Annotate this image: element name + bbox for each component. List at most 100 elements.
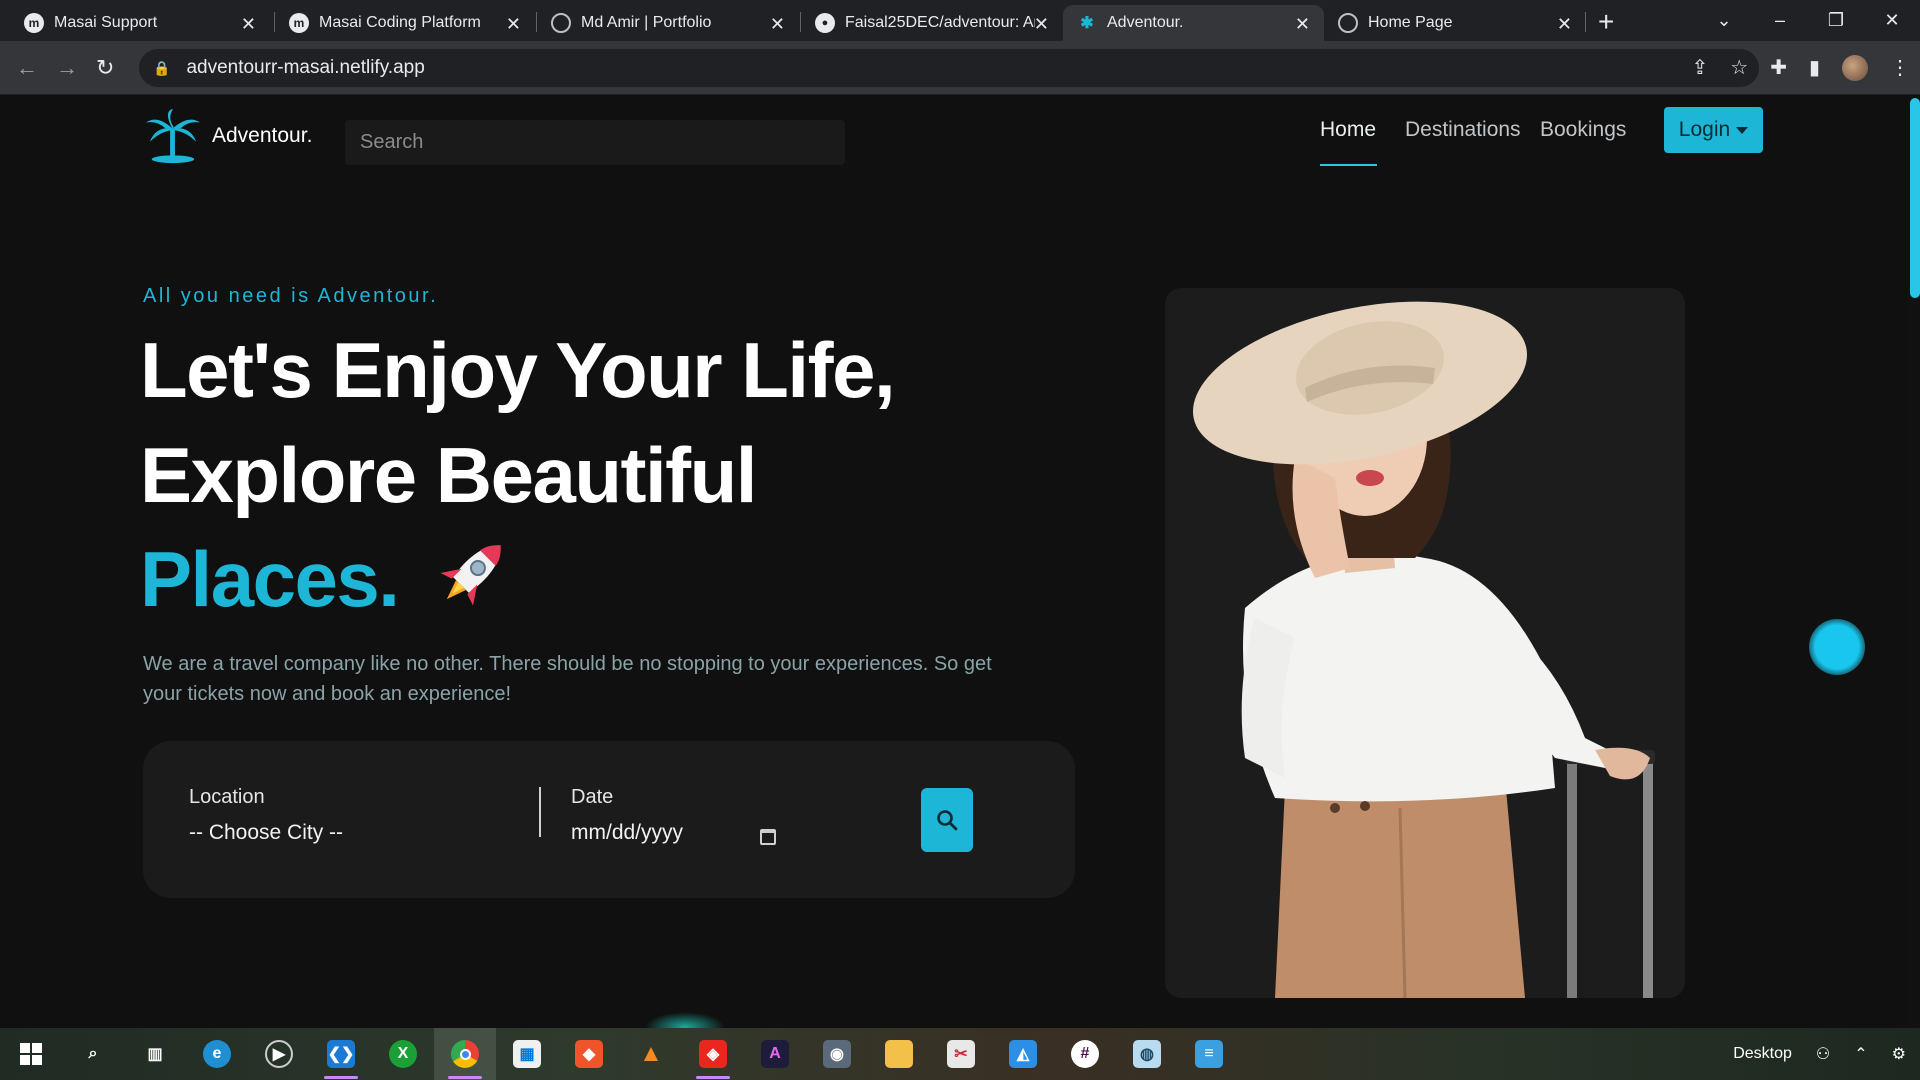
login-label: Login bbox=[1678, 118, 1731, 141]
taskbar-vscode[interactable]: ❮❯ bbox=[310, 1028, 372, 1080]
taskbar-file-explorer[interactable] bbox=[868, 1028, 930, 1080]
globe-icon bbox=[551, 13, 571, 33]
taskbar-store[interactable]: ▦ bbox=[496, 1028, 558, 1080]
reload-icon[interactable]: ↻ bbox=[96, 55, 114, 81]
tab-title: Masai Support bbox=[54, 14, 158, 31]
tab-divider bbox=[1585, 12, 1586, 32]
tab-search-icon[interactable]: ⌄ bbox=[1696, 0, 1752, 41]
side-panel-icon[interactable]: ▮ bbox=[1809, 55, 1820, 81]
chevron-up-icon[interactable]: ⌃ bbox=[1854, 1044, 1867, 1064]
people-icon[interactable]: ⚇ bbox=[1816, 1044, 1830, 1064]
start-button[interactable] bbox=[0, 1028, 62, 1080]
tab-masai-coding-platform[interactable]: m Masai Coding Platform ✕ bbox=[275, 5, 535, 41]
taskbar-xbox[interactable]: X bbox=[372, 1028, 434, 1080]
browser-tab-bar: m Masai Support ✕ m Masai Coding Platfor… bbox=[0, 0, 1920, 41]
slack-icon: # bbox=[1071, 1040, 1099, 1068]
close-icon[interactable]: ✕ bbox=[506, 14, 521, 35]
close-icon[interactable]: ✕ bbox=[1557, 14, 1572, 35]
taskbar-chrome[interactable] bbox=[434, 1028, 496, 1080]
masai-icon: m bbox=[289, 13, 309, 33]
taskbar-notepad[interactable]: ≡ bbox=[1178, 1028, 1240, 1080]
site-search-input[interactable] bbox=[345, 120, 845, 165]
taskbar-vlc[interactable]: ▲ bbox=[620, 1028, 682, 1080]
taskbar-search[interactable]: ⌕ bbox=[62, 1028, 124, 1080]
vlc-icon: ▲ bbox=[639, 1040, 663, 1067]
minimize-icon[interactable]: – bbox=[1752, 0, 1808, 41]
location-label: Location bbox=[189, 786, 265, 808]
profile-avatar[interactable] bbox=[1842, 55, 1868, 81]
bottom-accent-glow bbox=[645, 1012, 725, 1028]
close-icon[interactable]: ✕ bbox=[241, 14, 256, 35]
menu-kebab-icon[interactable]: ⋮ bbox=[1890, 55, 1910, 81]
tab-github-adventour[interactable]: ● Faisal25DEC/adventour: An ✕ bbox=[801, 5, 1063, 41]
affinity-icon: A bbox=[761, 1040, 789, 1068]
palm-icon: ✱ bbox=[1080, 15, 1094, 32]
tab-home-page[interactable]: Home Page ✕ bbox=[1324, 5, 1586, 41]
running-indicator bbox=[696, 1076, 730, 1079]
browser-toolbar: ← → ↻ 🔒 adventourr-masai.netlify.app ⇪ ☆… bbox=[0, 41, 1920, 95]
traveler-woman-image bbox=[1192, 301, 1655, 998]
nav-destinations[interactable]: Destinations bbox=[1405, 118, 1521, 142]
palm-tree-logo-icon bbox=[145, 108, 201, 164]
back-icon[interactable]: ← bbox=[16, 55, 38, 81]
bookmark-star-icon[interactable]: ☆ bbox=[1730, 55, 1748, 81]
snipping-tool-icon: ✂ bbox=[947, 1040, 975, 1068]
hero-heading-line-1: Let's Enjoy Your Life, bbox=[140, 326, 896, 414]
booking-search-button[interactable] bbox=[921, 788, 973, 852]
address-bar[interactable]: 🔒 adventourr-masai.netlify.app bbox=[139, 49, 1759, 87]
new-tab-button[interactable]: + bbox=[1598, 6, 1614, 38]
hero-description: We are a travel company like no other. T… bbox=[143, 653, 992, 705]
chrome-icon bbox=[451, 1040, 479, 1068]
webpage-viewport: Adventour. Home Destinations Bookings Lo… bbox=[0, 96, 1920, 1028]
close-icon[interactable]: ✕ bbox=[1034, 14, 1049, 35]
hero-heading-line-3: Places. bbox=[140, 535, 400, 623]
brand-name: Adventour. bbox=[212, 124, 313, 147]
xbox-icon: X bbox=[389, 1040, 417, 1068]
close-window-icon[interactable]: ✕ bbox=[1864, 0, 1920, 41]
tab-masai-support[interactable]: m Masai Support ✕ bbox=[10, 5, 270, 41]
date-input[interactable]: mm/dd/yyyy bbox=[571, 821, 683, 845]
tab-adventour[interactable]: ✱ Adventour. ✕ bbox=[1063, 5, 1324, 41]
brand-logo[interactable]: Adventour. bbox=[144, 108, 312, 164]
location-select[interactable]: -- Choose City -- bbox=[189, 821, 343, 845]
forward-icon[interactable]: → bbox=[56, 55, 78, 81]
taskbar-brave[interactable]: ◆ bbox=[558, 1028, 620, 1080]
taskbar-snipping-tool[interactable]: ✂ bbox=[930, 1028, 992, 1080]
taskbar-photos[interactable]: ◭ bbox=[992, 1028, 1054, 1080]
folder-icon bbox=[885, 1040, 913, 1068]
restore-icon[interactable]: ❐ bbox=[1808, 0, 1864, 41]
running-indicator bbox=[324, 1076, 358, 1079]
search-icon: ⌕ bbox=[88, 1045, 98, 1062]
taskbar-camera[interactable]: ◉ bbox=[806, 1028, 868, 1080]
tab-portfolio[interactable]: Md Amir | Portfolio ✕ bbox=[537, 5, 799, 41]
toolbar-actions: ⇪ ☆ ✚ ▮ ⋮ bbox=[1692, 55, 1910, 81]
hero-tagline: All you need is Adventour. bbox=[143, 285, 439, 307]
calendar-icon[interactable] bbox=[760, 829, 776, 845]
taskbar-app[interactable]: ◍ bbox=[1116, 1028, 1178, 1080]
page-scrollbar[interactable] bbox=[1908, 96, 1920, 1028]
taskbar-media-player[interactable]: ▶ bbox=[248, 1028, 310, 1080]
task-view[interactable]: ▥ bbox=[124, 1028, 186, 1080]
login-dropdown-button[interactable]: Login bbox=[1664, 107, 1763, 153]
extensions-icon[interactable]: ✚ bbox=[1770, 55, 1787, 81]
caret-down-icon bbox=[1736, 126, 1749, 134]
taskbar-edge[interactable]: e bbox=[186, 1028, 248, 1080]
photos-icon: ◭ bbox=[1009, 1040, 1037, 1068]
window-controls: ⌄ – ❐ ✕ bbox=[1696, 0, 1920, 41]
taskbar-slack[interactable]: # bbox=[1054, 1028, 1116, 1080]
vscode-icon: ❮❯ bbox=[327, 1040, 355, 1068]
taskbar-anydesk[interactable]: ◈ bbox=[682, 1028, 744, 1080]
nav-home[interactable]: Home bbox=[1320, 118, 1376, 142]
settings-gear-icon[interactable]: ⚙ bbox=[1892, 1044, 1906, 1064]
close-icon[interactable]: ✕ bbox=[1295, 14, 1310, 35]
close-icon[interactable]: ✕ bbox=[770, 14, 785, 35]
scrollbar-thumb[interactable] bbox=[1910, 98, 1920, 298]
edge-icon: e bbox=[203, 1040, 231, 1068]
tab-title: Home Page bbox=[1368, 14, 1453, 31]
taskbar-arc[interactable]: A bbox=[744, 1028, 806, 1080]
tab-title: Md Amir | Portfolio bbox=[581, 14, 712, 31]
desktop-toolbar-label[interactable]: Desktop bbox=[1733, 1045, 1792, 1063]
nav-bookings[interactable]: Bookings bbox=[1540, 118, 1626, 142]
share-icon[interactable]: ⇪ bbox=[1692, 55, 1709, 81]
system-tray: Desktop ⚇ ⌃ ⚙ bbox=[1733, 1028, 1920, 1080]
